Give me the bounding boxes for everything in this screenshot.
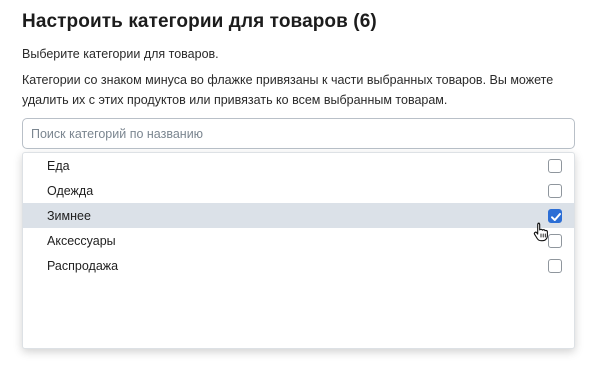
category-option-label: Еда xyxy=(47,158,70,173)
category-option-label: Аксессуары xyxy=(47,233,116,248)
category-option-label: Распродажа xyxy=(47,258,119,273)
category-checkbox-clothing[interactable] xyxy=(548,183,562,198)
hand-pointer-icon xyxy=(533,222,548,242)
category-option-label: Зимнее xyxy=(47,208,91,223)
category-option-winter[interactable]: Зимнее xyxy=(23,203,574,228)
dialog-subtitle: Выберите категории для товаров. xyxy=(22,47,219,61)
category-option-label: Одежда xyxy=(47,183,94,198)
dialog-description: Категории со знаком минуса во флажке при… xyxy=(22,73,554,107)
categories-dialog: Настроить категории для товаров (6) Выбе… xyxy=(0,0,600,385)
check-icon xyxy=(551,212,561,221)
category-search-input[interactable] xyxy=(22,118,575,149)
category-checkbox-food[interactable] xyxy=(548,158,562,173)
category-option-sale[interactable]: Распродажа xyxy=(23,253,574,278)
category-dropdown-list: Еда Одежда Зимнее Аксессуары Распродажа xyxy=(22,152,575,349)
category-option-accessories[interactable]: Аксессуары xyxy=(23,228,574,253)
category-checkbox-sale[interactable] xyxy=(548,258,562,273)
category-option-clothing[interactable]: Одежда xyxy=(23,178,574,203)
dialog-title: Настроить категории для товаров (6) xyxy=(22,11,377,32)
category-checkbox-accessories[interactable] xyxy=(548,233,562,248)
category-option-food[interactable]: Еда xyxy=(23,153,574,178)
category-checkbox-winter[interactable] xyxy=(548,208,562,223)
